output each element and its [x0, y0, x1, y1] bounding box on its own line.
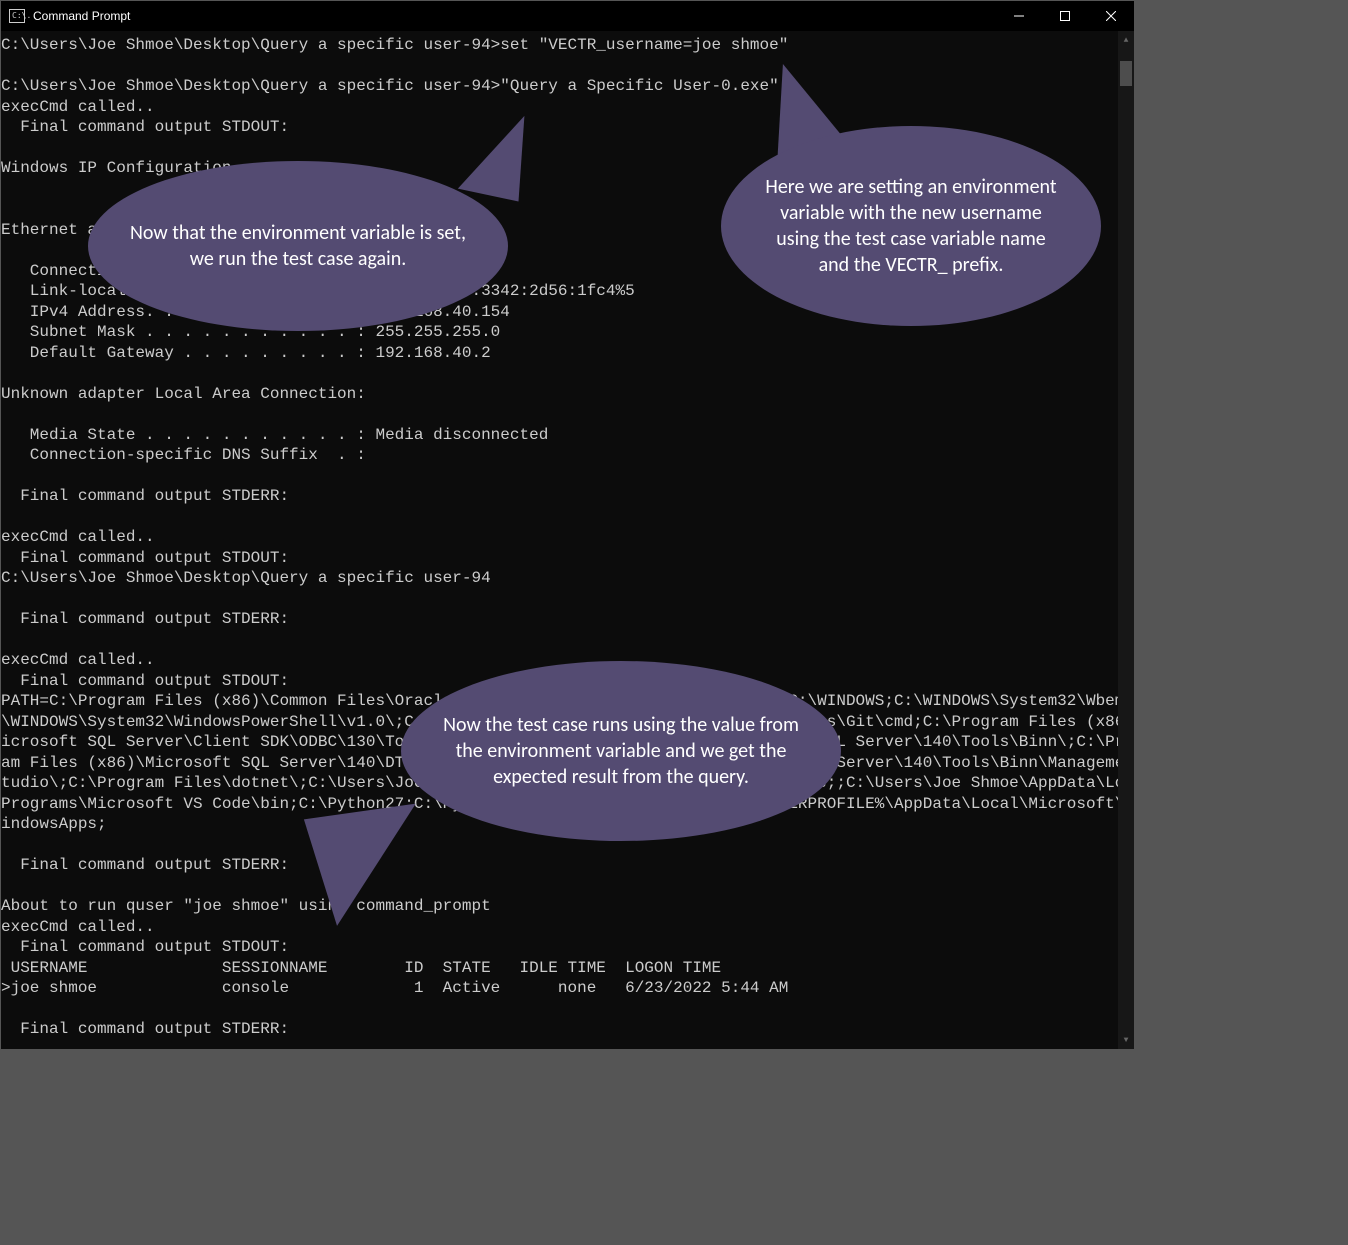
- annotation-tail: [304, 804, 431, 929]
- window-title: Command Prompt: [33, 9, 130, 23]
- scrollbar[interactable]: ▲ ▼: [1118, 31, 1134, 1049]
- scroll-up-button[interactable]: ▲: [1118, 31, 1134, 49]
- minimize-button[interactable]: [996, 1, 1042, 31]
- annotation-bubble-1: Here we are setting an environment varia…: [721, 126, 1101, 326]
- scroll-thumb[interactable]: [1120, 61, 1132, 86]
- annotation-bubble-2: Now that the environment variable is set…: [88, 161, 508, 331]
- command-prompt-window: C:\. Command Prompt C:\Users\Joe Shmoe\D…: [0, 0, 1135, 1050]
- close-button[interactable]: [1088, 1, 1134, 31]
- maximize-button[interactable]: [1042, 1, 1088, 31]
- annotation-text: Now the test case runs using the value f…: [441, 712, 801, 790]
- scroll-down-button[interactable]: ▼: [1118, 1031, 1134, 1049]
- titlebar[interactable]: C:\. Command Prompt: [1, 1, 1134, 31]
- annotation-text: Now that the environment variable is set…: [128, 220, 468, 272]
- annotation-bubble-3: Now the test case runs using the value f…: [401, 661, 841, 841]
- annotation-text: Here we are setting an environment varia…: [761, 174, 1061, 278]
- cmd-icon: C:\.: [9, 9, 25, 23]
